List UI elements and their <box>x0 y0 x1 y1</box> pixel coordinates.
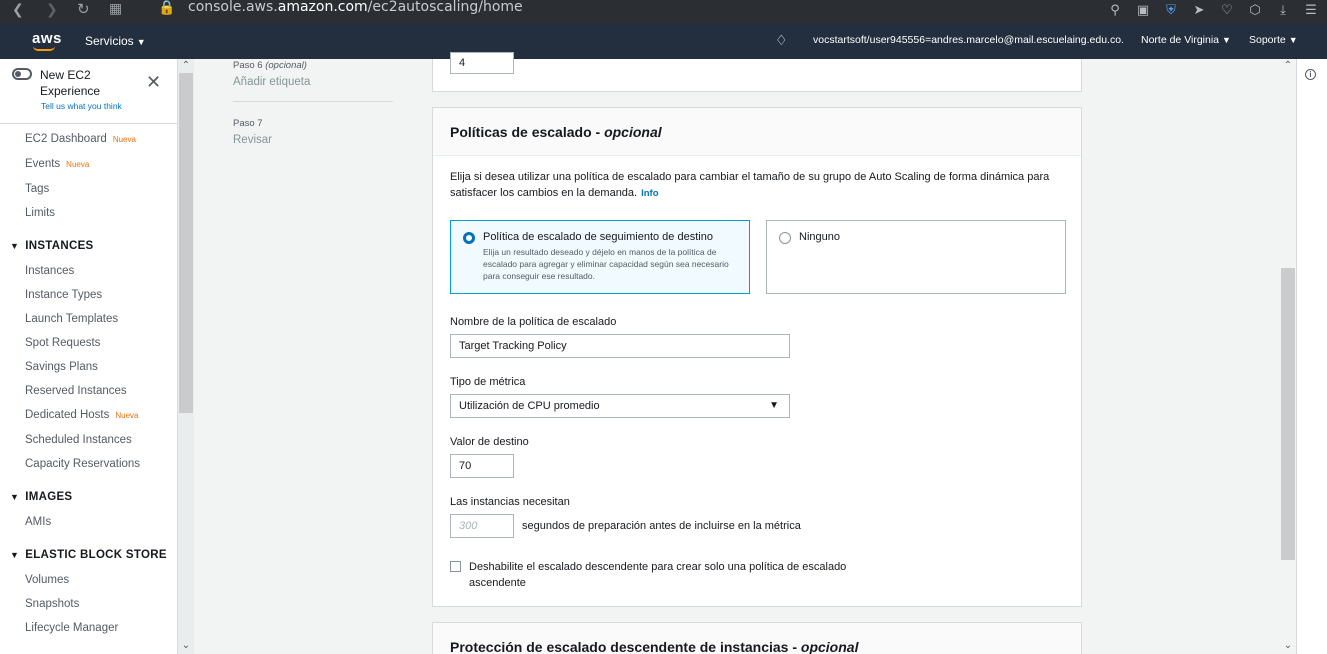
account-menu[interactable]: vocstartsoft/user945556=andres.marcelo@m… <box>813 34 1123 46</box>
panel-title: Protección de escalado descendente de in… <box>450 639 859 654</box>
sidebar-item-tags[interactable]: Tags <box>25 183 49 195</box>
sidebar-item-launch-templates[interactable]: Launch Templates <box>25 313 118 325</box>
sidebar-divider <box>0 123 177 124</box>
disable-scale-in-checkbox[interactable] <box>450 561 461 572</box>
sidebar-item-reserved-instances[interactable]: Reserved Instances <box>25 385 127 397</box>
sidebar-item-instances[interactable]: Instances <box>25 265 74 277</box>
scroll-up-icon[interactable]: ⌃ <box>179 60 193 71</box>
sidebar-section-images[interactable]: ▼ IMAGES <box>10 491 72 503</box>
metric-type-select[interactable]: Utilización de CPU promedio ▼ <box>450 394 790 418</box>
sidebar-item-spot-requests[interactable]: Spot Requests <box>25 337 100 349</box>
sidebar-scroll-thumb[interactable] <box>179 73 193 413</box>
sidebar-item-snapshots[interactable]: Snapshots <box>25 598 79 610</box>
search-icon[interactable]: ⚲ <box>1107 2 1123 18</box>
option-none[interactable]: Ninguno <box>766 220 1066 294</box>
new-badge: Nueva <box>112 135 136 144</box>
send-icon[interactable]: ➤ <box>1191 2 1207 18</box>
step-6-label: Paso 6 (opcional) <box>233 60 307 71</box>
scroll-down-icon[interactable]: ⌄ <box>179 640 193 651</box>
sidebar-item-scheduled-instances[interactable]: Scheduled Instances <box>25 434 132 446</box>
steps-divider <box>233 101 393 102</box>
browser-toolbar: ❮ ❯ ↻ ▦ 🔒 console.aws.amazon.com/ec2auto… <box>0 0 1327 24</box>
ec2-sidebar: New EC2 Experience Tell us what you thin… <box>0 59 178 654</box>
close-icon[interactable]: ✕ <box>146 73 161 91</box>
caret-down-icon: ▼ <box>10 241 20 251</box>
target-value-label: Valor de destino <box>450 436 529 448</box>
panel-description: Elija si desea utilizar una política de … <box>450 171 1050 199</box>
sidebar-section-ebs[interactable]: ▼ ELASTIC BLOCK STORE <box>10 549 167 561</box>
tabs-grid-icon[interactable]: ▦ <box>109 0 122 17</box>
previous-panel: 4 <box>432 52 1082 92</box>
scaling-policies-panel: Políticas de escalado - opcional Elija s… <box>432 107 1082 607</box>
instance-protection-panel: Protección de escalado descendente de in… <box>432 622 1082 654</box>
experience-title: New EC2 Experience <box>40 68 101 98</box>
back-icon[interactable]: ❮ <box>12 1 24 18</box>
download-icon[interactable]: ⤓ <box>1275 2 1291 18</box>
cube-icon[interactable]: ⬡ <box>1247 2 1263 18</box>
region-menu[interactable]: Norte de Virginia ▼ <box>1141 34 1231 46</box>
support-menu[interactable]: Soporte ▼ <box>1249 34 1298 46</box>
menu-icon[interactable]: ☰ <box>1303 2 1319 18</box>
heart-icon[interactable]: ♡ <box>1219 2 1235 18</box>
radio-selected[interactable] <box>463 232 475 244</box>
forward-icon[interactable]: ❯ <box>46 1 58 18</box>
lock-icon: 🔒 <box>158 0 176 15</box>
caret-down-icon: ▼ <box>1222 35 1231 45</box>
sidebar-item-events[interactable]: Events Nueva <box>25 158 89 170</box>
sidebar-item-dedicated-hosts[interactable]: Dedicated Hosts Nueva <box>25 409 139 421</box>
caret-down-icon: ▼ <box>136 37 146 47</box>
sidebar-item-amis[interactable]: AMIs <box>25 516 51 528</box>
option-title: Ninguno <box>799 231 840 243</box>
address-bar[interactable]: console.aws.amazon.com/ec2autoscaling/ho… <box>188 0 523 24</box>
disable-scale-in-label: Deshabilite el escalado descendente para… <box>469 561 847 589</box>
option-target-tracking[interactable]: Política de escalado de seguimiento de d… <box>450 220 750 294</box>
warmup-suffix: segundos de preparación antes de incluir… <box>522 520 801 532</box>
warmup-label: Las instancias necesitan <box>450 496 570 508</box>
shield-icon[interactable]: ⛨ <box>1163 2 1179 18</box>
aws-logo[interactable]: aws <box>32 30 62 51</box>
aws-console-header: aws Servicios ▼ ♢ vocstartsoft/user945556… <box>0 24 1327 59</box>
option-description: Elija un resultado deseado y déjelo en m… <box>483 247 729 281</box>
reload-icon[interactable]: ↻ <box>77 0 90 18</box>
sidebar-item-limits[interactable]: Limits <box>25 207 55 219</box>
feedback-link[interactable]: Tell us what you think <box>41 101 122 111</box>
group-size-input[interactable]: 4 <box>450 52 514 74</box>
experience-toggle[interactable] <box>12 68 32 80</box>
services-menu[interactable]: Servicios ▼ <box>85 34 146 48</box>
step-7-label: Paso 7 <box>233 118 263 129</box>
sidebar-item-volumes[interactable]: Volumes <box>25 574 69 586</box>
panel-title: Políticas de escalado - opcional <box>450 124 662 140</box>
scroll-down-icon[interactable]: ⌄ <box>1281 640 1295 651</box>
step-6-name[interactable]: Añadir etiqueta <box>233 76 310 88</box>
panel-header: Políticas de escalado - opcional <box>433 108 1081 156</box>
policy-name-label: Nombre de la política de escalado <box>450 316 617 328</box>
help-rail <box>1296 59 1327 654</box>
radio-unselected[interactable] <box>779 232 791 244</box>
step-7-name[interactable]: Revisar <box>233 134 272 146</box>
option-title: Política de escalado de seguimiento de d… <box>483 231 713 243</box>
dropdown-arrow-icon: ▼ <box>769 400 779 411</box>
caret-down-icon: ▼ <box>1288 35 1298 45</box>
caret-down-icon: ▼ <box>10 550 20 560</box>
sidebar-item-capacity-reservations[interactable]: Capacity Reservations <box>25 458 140 470</box>
info-link[interactable]: Info <box>641 188 658 199</box>
caret-down-icon: ▼ <box>10 492 20 502</box>
scroll-up-icon[interactable]: ⌃ <box>1281 60 1295 71</box>
main-scroll-thumb[interactable] <box>1281 268 1295 560</box>
policy-name-input[interactable]: Target Tracking Policy <box>450 334 790 358</box>
sidebar-item-instance-types[interactable]: Instance Types <box>25 289 102 301</box>
camera-icon[interactable]: ▣ <box>1135 2 1151 18</box>
bell-icon[interactable]: ♢ <box>775 32 788 49</box>
metric-type-label: Tipo de métrica <box>450 376 526 388</box>
target-value-input[interactable]: 70 <box>450 454 514 478</box>
info-icon[interactable]: i <box>1305 69 1316 80</box>
sidebar-section-instances[interactable]: ▼ INSTANCES <box>10 240 94 252</box>
sidebar-item-ec2-dashboard[interactable]: EC2 Dashboard Nueva <box>25 133 136 145</box>
sidebar-item-savings-plans[interactable]: Savings Plans <box>25 361 98 373</box>
new-badge: Nueva <box>115 411 139 420</box>
browser-actions: ⚲ ▣ ⛨ ➤ ♡ ⬡ ⤓ ☰ <box>1107 0 1319 20</box>
sidebar-item-lifecycle-manager[interactable]: Lifecycle Manager <box>25 622 118 634</box>
new-badge: Nueva <box>66 160 90 169</box>
warmup-input[interactable]: 300 <box>450 514 514 538</box>
